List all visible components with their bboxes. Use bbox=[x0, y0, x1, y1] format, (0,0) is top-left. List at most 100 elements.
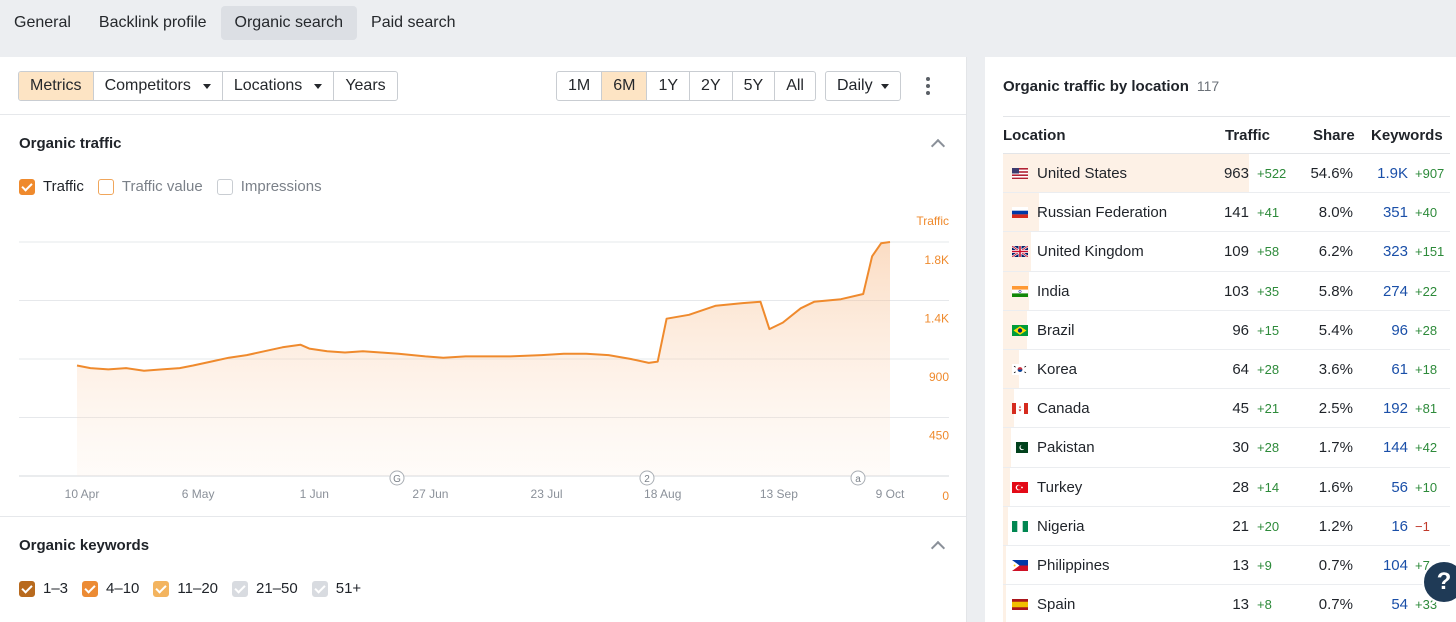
years-button[interactable]: Years bbox=[333, 72, 396, 100]
location-row[interactable]: Pakistan 30 +28 1.7% 144 +42 bbox=[1003, 428, 1450, 468]
location-name[interactable]: Korea bbox=[1037, 361, 1077, 378]
caret-down-icon bbox=[314, 83, 323, 89]
overview-panel: Metrics Competitors Locations Years 1M 6… bbox=[0, 57, 967, 622]
y-tick-label: 1.8K bbox=[924, 253, 949, 267]
keywords-link[interactable]: 144 bbox=[1383, 439, 1408, 456]
traffic-checkbox-label: Traffic bbox=[43, 178, 84, 195]
share-value: 0.7% bbox=[1318, 556, 1353, 574]
range-1y-button[interactable]: 1Y bbox=[646, 72, 689, 100]
share-value: 5.8% bbox=[1318, 282, 1353, 300]
traffic-value: 141 bbox=[1223, 204, 1249, 222]
position-4-10-label: 4–10 bbox=[106, 580, 140, 597]
collapse-chevron-up-icon[interactable] bbox=[930, 138, 946, 154]
position-4-10-checkbox[interactable]: 4–10 bbox=[82, 580, 139, 597]
range-2y-button[interactable]: 2Y bbox=[689, 72, 732, 100]
location-name[interactable]: Pakistan bbox=[1037, 439, 1095, 456]
kr-flag-icon bbox=[1012, 363, 1028, 375]
annotation-marker[interactable]: a bbox=[850, 470, 866, 486]
range-button-group: 1M 6M 1Y 2Y 5Y All bbox=[556, 71, 816, 101]
annotation-label: a bbox=[855, 474, 861, 485]
traffic-delta: +15 bbox=[1257, 322, 1280, 338]
header-traffic[interactable]: Traffic bbox=[1225, 127, 1270, 144]
location-row[interactable]: Philippines 13 +9 0.7% 104 +7 bbox=[1003, 545, 1450, 586]
collapse-chevron-up-icon[interactable] bbox=[930, 540, 946, 556]
annotation-label: G bbox=[393, 474, 401, 485]
x-tick-label: 9 Oct bbox=[876, 487, 905, 501]
position-1-3-checkbox[interactable]: 1–3 bbox=[19, 580, 68, 597]
position-51-plus-checkbox[interactable]: 51+ bbox=[311, 580, 361, 597]
keywords-link[interactable]: 104 bbox=[1383, 557, 1408, 574]
tab-general[interactable]: General bbox=[0, 6, 85, 40]
location-row[interactable]: Canada 45 +21 2.5% 192 +81 bbox=[1003, 389, 1450, 429]
metrics-button[interactable]: Metrics bbox=[19, 72, 93, 100]
location-name[interactable]: Russian Federation bbox=[1037, 204, 1167, 221]
keywords-link[interactable]: 351 bbox=[1383, 204, 1408, 221]
y-tick-label: 900 bbox=[929, 370, 949, 384]
traffic-value-checkbox[interactable]: Traffic value bbox=[97, 178, 203, 195]
keywords-delta: +18 bbox=[1415, 361, 1438, 377]
share-value: 8.0% bbox=[1318, 204, 1353, 222]
range-all-button[interactable]: All bbox=[774, 72, 815, 100]
x-tick-label: 13 Sep bbox=[760, 487, 798, 501]
location-name[interactable]: United States bbox=[1037, 165, 1127, 182]
impressions-checkbox[interactable]: Impressions bbox=[216, 178, 322, 195]
share-value: 2.5% bbox=[1318, 400, 1353, 418]
traffic-delta: +35 bbox=[1257, 283, 1280, 299]
location-name[interactable]: United Kingdom bbox=[1037, 243, 1144, 260]
annotation-marker[interactable]: 2 bbox=[639, 470, 655, 486]
annotation-marker[interactable]: G bbox=[389, 470, 405, 486]
traffic-value: 13 bbox=[1232, 596, 1249, 614]
location-row[interactable]: Turkey 28 +14 1.6% 56 +10 bbox=[1003, 467, 1450, 507]
range-5y-button[interactable]: 5Y bbox=[731, 72, 775, 100]
position-11-20-label: 11–20 bbox=[177, 580, 219, 597]
keywords-link[interactable]: 16 bbox=[1391, 518, 1408, 535]
x-tick-label: 23 Jul bbox=[531, 487, 563, 501]
traffic-value-checkbox-label: Traffic value bbox=[121, 178, 203, 195]
organic-keywords-title: Organic keywords bbox=[19, 537, 150, 554]
header-share[interactable]: Share bbox=[1313, 127, 1355, 144]
keywords-link[interactable]: 323 bbox=[1383, 243, 1408, 260]
position-11-20-checkbox[interactable]: 11–20 bbox=[153, 580, 218, 597]
share-bar bbox=[1003, 545, 1007, 585]
location-row[interactable]: United States 963 +522 54.6% 1.9K +907 bbox=[1003, 154, 1450, 194]
header-location[interactable]: Location bbox=[1003, 127, 1066, 144]
location-row[interactable]: Brazil 96 +15 5.4% 96 +28 bbox=[1003, 310, 1450, 350]
keywords-link[interactable]: 192 bbox=[1383, 400, 1408, 417]
location-name[interactable]: Nigeria bbox=[1037, 518, 1085, 535]
keywords-link[interactable]: 274 bbox=[1383, 283, 1408, 300]
location-name[interactable]: Canada bbox=[1037, 400, 1090, 417]
location-row[interactable]: Spain 13 +8 0.7% 54 +33 bbox=[1003, 585, 1450, 622]
tab-paid-search[interactable]: Paid search bbox=[357, 6, 470, 40]
range-6m-button[interactable]: 6M bbox=[601, 72, 647, 100]
location-row[interactable]: Nigeria 21 +20 1.2% 16 −1 bbox=[1003, 506, 1450, 546]
share-value: 5.4% bbox=[1318, 321, 1353, 339]
competitors-dropdown[interactable]: Competitors bbox=[92, 72, 222, 100]
traffic-value: 30 bbox=[1232, 439, 1249, 457]
location-row[interactable]: United Kingdom 109 +58 6.2% 323 +151 bbox=[1003, 232, 1450, 272]
share-bar bbox=[1003, 506, 1009, 545]
location-name[interactable]: Turkey bbox=[1037, 479, 1082, 496]
location-row[interactable]: India 103 +35 5.8% 274 +22 bbox=[1003, 271, 1450, 311]
location-name[interactable]: Philippines bbox=[1037, 557, 1110, 574]
location-name[interactable]: Brazil bbox=[1037, 322, 1075, 339]
keywords-link[interactable]: 1.9K bbox=[1377, 165, 1408, 182]
tab-backlink-profile[interactable]: Backlink profile bbox=[85, 6, 221, 40]
location-name[interactable]: Spain bbox=[1037, 596, 1075, 613]
location-name[interactable]: India bbox=[1037, 283, 1070, 300]
tab-organic-search[interactable]: Organic search bbox=[220, 6, 358, 40]
position-21-50-checkbox[interactable]: 21–50 bbox=[232, 580, 298, 597]
range-1m-button[interactable]: 1M bbox=[557, 72, 601, 100]
keywords-link[interactable]: 54 bbox=[1391, 596, 1408, 613]
traffic-checkbox[interactable]: Traffic bbox=[19, 178, 84, 195]
header-keywords[interactable]: Keywords bbox=[1371, 127, 1443, 144]
keywords-delta: +81 bbox=[1415, 401, 1438, 417]
location-row[interactable]: Russian Federation 141 +41 8.0% 351 +40 bbox=[1003, 193, 1450, 233]
keywords-link[interactable]: 61 bbox=[1391, 361, 1408, 378]
gb-flag-icon bbox=[1012, 246, 1028, 258]
keywords-link[interactable]: 96 bbox=[1391, 322, 1408, 339]
keywords-link[interactable]: 56 bbox=[1391, 479, 1408, 496]
locations-dropdown[interactable]: Locations bbox=[221, 72, 334, 100]
interval-dropdown[interactable]: Daily bbox=[825, 71, 901, 101]
location-row[interactable]: Korea 64 +28 3.6% 61 +18 bbox=[1003, 349, 1450, 390]
more-options-icon[interactable] bbox=[918, 75, 938, 97]
